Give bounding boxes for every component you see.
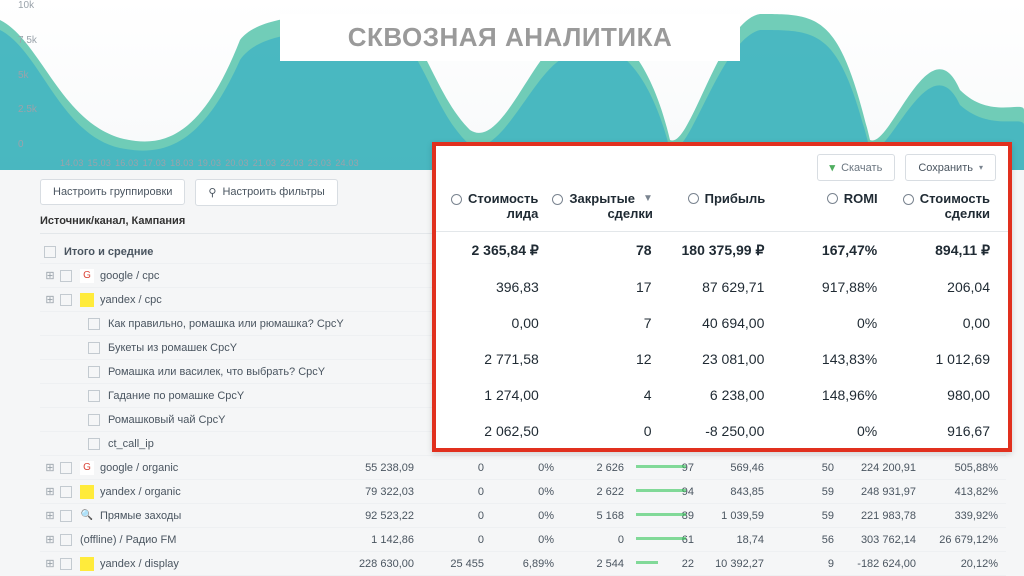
row-name: yandex / organic [100, 486, 340, 498]
row-name: yandex / display [100, 558, 340, 570]
overlay-row: 0,00740 694,000%0,00 [436, 305, 1008, 341]
expand-icon[interactable]: ⊞ [44, 293, 56, 306]
checkbox[interactable] [60, 462, 72, 474]
table-row[interactable]: ⊞yandex / display228 630,0025 4556,89%2 … [40, 552, 1006, 576]
expand-icon[interactable]: ⊞ [44, 269, 56, 282]
expand-icon[interactable]: ⊞ [44, 557, 56, 570]
source-icon [80, 293, 94, 307]
sort-desc-icon: ▼ [643, 193, 653, 204]
col-lead-cost[interactable]: Стоимость лида [440, 191, 552, 221]
table-row[interactable]: ⊞yandex / organic79 322,0300%2 62294843,… [40, 480, 1006, 504]
checkbox[interactable] [44, 246, 56, 258]
filter-button[interactable]: ⚲ Настроить фильтры [195, 179, 337, 206]
overlay-row: 2 365,84 ₽78180 375,99 ₽167,47%894,11 ₽ [436, 232, 1008, 269]
download-button[interactable]: ▾ Скачать [817, 154, 896, 181]
source-icon: 🔍 [80, 509, 94, 523]
source-icon [80, 485, 94, 499]
chevron-down-icon: ▾ [979, 163, 983, 172]
checkbox[interactable] [88, 390, 100, 402]
page-title: СКВОЗНАЯ АНАЛИТИКА [280, 14, 740, 61]
overlay-row: 396,831787 629,71917,88%206,04 [436, 269, 1008, 305]
checkbox[interactable] [60, 294, 72, 306]
overlay-row: 2 771,581223 081,00143,83%1 012,69 [436, 341, 1008, 377]
col-closed-deals[interactable]: Закрытые▼ сделки [552, 191, 667, 221]
checkbox[interactable] [60, 270, 72, 282]
overlay-row: 1 274,0046 238,00148,96%980,00 [436, 377, 1008, 413]
checkbox[interactable] [88, 366, 100, 378]
source-icon: G [80, 269, 94, 283]
expand-icon[interactable]: ⊞ [44, 461, 56, 474]
table-row[interactable]: ⊞🔍Прямые заходы92 523,2200%5 168891 039,… [40, 504, 1006, 528]
checkbox[interactable] [60, 558, 72, 570]
checkbox[interactable] [88, 438, 100, 450]
col-deal-cost[interactable]: Стоимость сделки [892, 191, 1004, 221]
col-profit[interactable]: Прибыль [667, 191, 779, 221]
grouping-button[interactable]: Настроить группировки [40, 179, 185, 205]
checkbox[interactable] [88, 342, 100, 354]
expand-icon[interactable]: ⊞ [44, 509, 56, 522]
source-channel-label: Источник/канал, Кампания [40, 215, 185, 227]
checkbox[interactable] [60, 486, 72, 498]
metrics-overlay: ▾ Скачать Сохранить ▾ Стоимость лида Зак… [432, 142, 1012, 452]
checkbox[interactable] [88, 414, 100, 426]
checkbox[interactable] [88, 318, 100, 330]
filter-icon: ⚲ [208, 186, 216, 199]
save-button[interactable]: Сохранить ▾ [905, 154, 996, 181]
checkbox[interactable] [60, 534, 72, 546]
expand-icon[interactable]: ⊞ [44, 533, 56, 546]
download-icon: ▾ [830, 161, 836, 174]
source-icon: G [80, 461, 94, 475]
source-icon [80, 557, 94, 571]
row-name: google / organic [100, 462, 340, 474]
table-row[interactable]: ⊞Ggoogle / organic55 238,0900%2 62697569… [40, 456, 1006, 480]
overlay-row: 2 062,500-8 250,000%916,67 [436, 413, 1008, 449]
table-row[interactable]: ⊞(offline) / Радио FM1 142,8600%06118,74… [40, 528, 1006, 552]
chart-y-ticks: 10k 7.5k 5k 2.5k 0 [18, 0, 37, 150]
overlay-header: Стоимость лида Закрытые▼ сделки Прибыль … [436, 185, 1008, 232]
expand-icon[interactable]: ⊞ [44, 485, 56, 498]
row-name: (offline) / Радио FM [80, 534, 340, 546]
row-name: Прямые заходы [100, 510, 340, 522]
checkbox[interactable] [60, 510, 72, 522]
col-romi[interactable]: ROMI [779, 191, 891, 221]
